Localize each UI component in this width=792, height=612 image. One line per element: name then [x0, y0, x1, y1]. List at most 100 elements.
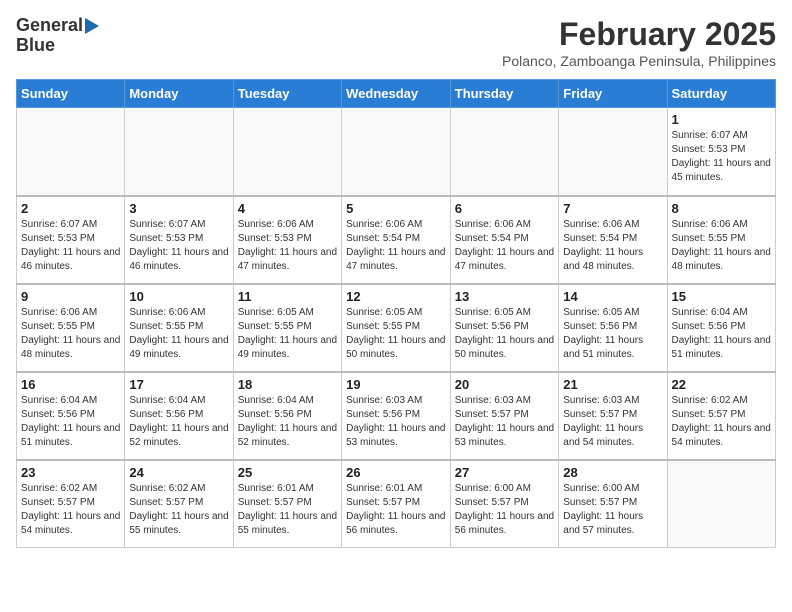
calendar-cell: 24Sunrise: 6:02 AM Sunset: 5:57 PM Dayli…: [125, 460, 233, 548]
calendar-cell: 25 Sunrise: 6:01 AM Sunset: 5:57 PM Dayli…: [233, 460, 341, 548]
day-info: Sunrise: 6:05 AM Sunset: 5:56 PM Dayligh…: [563, 306, 662, 362]
day-info: Sunrise: 6:05 AM Sunset: 5:56 PM Dayligh…: [455, 306, 554, 362]
day-info: Sunrise: 6:02 AM Sunset: 5:57 PM Dayligh…: [129, 482, 228, 538]
day-number: 4: [238, 201, 337, 216]
day-info: Sunrise: 6:05 AM Sunset: 5:55 PM Dayligh…: [346, 306, 446, 362]
calendar-cell: 13 Sunrise: 6:05 AM Sunset: 5:56 PM Dayli…: [450, 284, 558, 372]
calendar-table: SundayMondayTuesdayWednesdayThursdayFrid…: [16, 79, 776, 548]
calendar-cell: 10 Sunrise: 6:06 AM Sunset: 5:55 PM Dayli…: [125, 284, 233, 372]
day-info: Sunrise: 6:02 AM Sunset: 5:57 PM Dayligh…: [672, 394, 771, 450]
day-number: 23: [21, 465, 120, 480]
weekday-header: Saturday: [667, 80, 775, 108]
day-info: Sunrise: 6:00 AM Sunset: 5:57 PM Dayligh…: [563, 482, 662, 538]
day-number: 9: [21, 289, 120, 304]
day-info: Sunrise: 6:04 AM Sunset: 5:56 PM Dayligh…: [672, 306, 771, 362]
calendar-cell: 27Sunrise: 6:00 AM Sunset: 5:57 PM Dayli…: [450, 460, 558, 548]
calendar-cell: 18 Sunrise: 6:04 AM Sunset: 5:56 PM Dayli…: [233, 372, 341, 460]
day-number: 5: [346, 201, 446, 216]
calendar-cell: 26 Sunrise: 6:01 AM Sunset: 5:57 PM Dayli…: [342, 460, 451, 548]
calendar-cell: 12 Sunrise: 6:05 AM Sunset: 5:55 PM Dayli…: [342, 284, 451, 372]
calendar-cell: [667, 460, 775, 548]
day-number: 17: [129, 377, 228, 392]
day-info: Sunrise: 6:03 AM Sunset: 5:56 PM Dayligh…: [346, 394, 446, 450]
day-number: 20: [455, 377, 554, 392]
calendar-cell: 3Sunrise: 6:07 AM Sunset: 5:53 PM Daylig…: [125, 196, 233, 284]
calendar-cell: 17 Sunrise: 6:04 AM Sunset: 5:56 PM Dayli…: [125, 372, 233, 460]
calendar-header-row: SundayMondayTuesdayWednesdayThursdayFrid…: [17, 80, 776, 108]
calendar-cell: 9 Sunrise: 6:06 AM Sunset: 5:55 PM Daylig…: [17, 284, 125, 372]
day-info: Sunrise: 6:06 AM Sunset: 5:54 PM Dayligh…: [563, 218, 662, 274]
calendar-cell: 20 Sunrise: 6:03 AM Sunset: 5:57 PM Dayli…: [450, 372, 558, 460]
day-info: Sunrise: 6:01 AM Sunset: 5:57 PM Dayligh…: [238, 482, 337, 538]
day-info: Sunrise: 6:06 AM Sunset: 5:55 PM Dayligh…: [672, 218, 771, 274]
calendar-cell: 5 Sunrise: 6:06 AM Sunset: 5:54 PM Daylig…: [342, 196, 451, 284]
calendar-cell: 8 Sunrise: 6:06 AM Sunset: 5:55 PM Daylig…: [667, 196, 775, 284]
day-info: Sunrise: 6:05 AM Sunset: 5:55 PM Dayligh…: [238, 306, 337, 362]
weekday-header: Sunday: [17, 80, 125, 108]
logo-arrow-icon: [85, 18, 99, 34]
title-block: February 2025 Polanco, Zamboanga Peninsu…: [502, 16, 776, 69]
month-title: February 2025: [502, 16, 776, 53]
calendar-cell: 28 Sunrise: 6:00 AM Sunset: 5:57 PM Dayli…: [559, 460, 667, 548]
calendar-cell: 15 Sunrise: 6:04 AM Sunset: 5:56 PM Dayli…: [667, 284, 775, 372]
day-number: 28: [563, 465, 662, 480]
day-info: Sunrise: 6:03 AM Sunset: 5:57 PM Dayligh…: [455, 394, 554, 450]
day-number: 12: [346, 289, 446, 304]
day-number: 21: [563, 377, 662, 392]
day-number: 18: [238, 377, 337, 392]
logo: General Blue: [16, 16, 99, 56]
day-info: Sunrise: 6:06 AM Sunset: 5:55 PM Dayligh…: [21, 306, 120, 362]
day-number: 19: [346, 377, 446, 392]
weekday-header: Friday: [559, 80, 667, 108]
day-number: 15: [672, 289, 771, 304]
day-number: 6: [455, 201, 554, 216]
day-number: 16: [21, 377, 120, 392]
day-info: Sunrise: 6:06 AM Sunset: 5:53 PM Dayligh…: [238, 218, 337, 274]
day-number: 1: [672, 112, 771, 127]
weekday-header: Monday: [125, 80, 233, 108]
calendar-cell: [342, 108, 451, 196]
day-number: 13: [455, 289, 554, 304]
location-text: Polanco, Zamboanga Peninsula, Philippine…: [502, 53, 776, 69]
calendar-cell: 11 Sunrise: 6:05 AM Sunset: 5:55 PM Dayli…: [233, 284, 341, 372]
day-number: 10: [129, 289, 228, 304]
calendar-week-row: 9 Sunrise: 6:06 AM Sunset: 5:55 PM Daylig…: [17, 284, 776, 372]
calendar-cell: 22 Sunrise: 6:02 AM Sunset: 5:57 PM Dayli…: [667, 372, 775, 460]
calendar-cell: 4 Sunrise: 6:06 AM Sunset: 5:53 PM Daylig…: [233, 196, 341, 284]
day-number: 25: [238, 465, 337, 480]
day-info: Sunrise: 6:06 AM Sunset: 5:55 PM Dayligh…: [129, 306, 228, 362]
day-number: 2: [21, 201, 120, 216]
day-info: Sunrise: 6:03 AM Sunset: 5:57 PM Dayligh…: [563, 394, 662, 450]
calendar-cell: [17, 108, 125, 196]
calendar-cell: 14Sunrise: 6:05 AM Sunset: 5:56 PM Dayli…: [559, 284, 667, 372]
logo-text-blue: Blue: [16, 36, 55, 56]
calendar-cell: 23 Sunrise: 6:02 AM Sunset: 5:57 PM Dayli…: [17, 460, 125, 548]
calendar-cell: [125, 108, 233, 196]
day-info: Sunrise: 6:06 AM Sunset: 5:54 PM Dayligh…: [455, 218, 554, 274]
calendar-week-row: 2 Sunrise: 6:07 AM Sunset: 5:53 PM Daylig…: [17, 196, 776, 284]
page-header: General Blue February 2025 Polanco, Zamb…: [16, 16, 776, 69]
calendar-cell: [233, 108, 341, 196]
day-info: Sunrise: 6:01 AM Sunset: 5:57 PM Dayligh…: [346, 482, 446, 538]
weekday-header: Wednesday: [342, 80, 451, 108]
calendar-cell: 21 Sunrise: 6:03 AM Sunset: 5:57 PM Dayli…: [559, 372, 667, 460]
day-info: Sunrise: 6:07 AM Sunset: 5:53 PM Dayligh…: [672, 129, 771, 185]
day-info: Sunrise: 6:02 AM Sunset: 5:57 PM Dayligh…: [21, 482, 120, 538]
day-info: Sunrise: 6:06 AM Sunset: 5:54 PM Dayligh…: [346, 218, 446, 274]
day-number: 27: [455, 465, 554, 480]
weekday-header: Tuesday: [233, 80, 341, 108]
day-number: 22: [672, 377, 771, 392]
day-number: 7: [563, 201, 662, 216]
calendar-cell: 7 Sunrise: 6:06 AM Sunset: 5:54 PM Daylig…: [559, 196, 667, 284]
weekday-header: Thursday: [450, 80, 558, 108]
calendar-cell: 1 Sunrise: 6:07 AM Sunset: 5:53 PM Daylig…: [667, 108, 775, 196]
day-number: 11: [238, 289, 337, 304]
day-info: Sunrise: 6:04 AM Sunset: 5:56 PM Dayligh…: [129, 394, 228, 450]
day-number: 3: [129, 201, 228, 216]
day-info: Sunrise: 6:07 AM Sunset: 5:53 PM Dayligh…: [21, 218, 120, 274]
day-number: 26: [346, 465, 446, 480]
day-info: Sunrise: 6:04 AM Sunset: 5:56 PM Dayligh…: [21, 394, 120, 450]
day-info: Sunrise: 6:04 AM Sunset: 5:56 PM Dayligh…: [238, 394, 337, 450]
day-number: 8: [672, 201, 771, 216]
calendar-cell: 6 Sunrise: 6:06 AM Sunset: 5:54 PM Daylig…: [450, 196, 558, 284]
